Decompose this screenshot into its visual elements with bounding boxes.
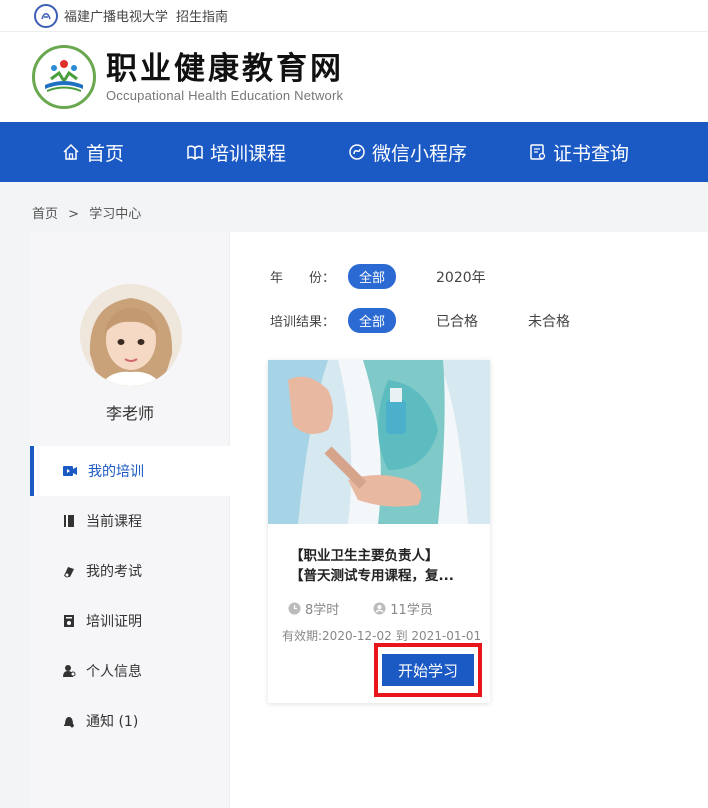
sidebar-item-personal-info[interactable]: 个人信息: [30, 646, 230, 696]
training-content: 年 份： 全部 2020年 培训结果： 全部 已合格 未合格 【职业卫生主要负责…: [230, 232, 708, 808]
nav-certificate-query-label: 证书查询: [553, 142, 630, 165]
sidebar-item-label: 个人信息: [86, 664, 142, 680]
sidebar-item-current-courses[interactable]: 当前课程: [30, 496, 230, 546]
nav-courses[interactable]: 培训课程: [186, 139, 286, 166]
certificate-icon: [530, 144, 546, 160]
main-nav: 首页 培训课程 微信小程序 证书查询: [0, 122, 708, 182]
course-title-line-2: 【普天测试专用课程，复...: [290, 568, 454, 584]
mini-program-icon: [349, 144, 365, 160]
breadcrumb-separator: >: [68, 207, 80, 222]
university-link[interactable]: 福建广播电视大学: [64, 6, 168, 25]
sidebar-menu: 我的培训 当前课程 我的考试 培训证明 个人信息 通知 (1): [30, 446, 230, 746]
user-icon: [373, 602, 386, 615]
year-filter-label: 年 份：: [270, 271, 336, 286]
site-title: 职业健康教育网: [106, 50, 344, 87]
sidebar-item-label: 我的考试: [86, 564, 142, 580]
admission-guide-link[interactable]: 招生指南: [176, 6, 228, 25]
sidebar-item-label: 我的培训: [88, 464, 144, 480]
user-name: 李老师: [105, 404, 154, 423]
course-meta: 8学时 11学员: [288, 599, 467, 618]
year-filter-all-pill[interactable]: 全部: [348, 264, 397, 289]
exam-icon: [64, 567, 74, 578]
sidebar-item-my-exams[interactable]: 我的考试: [30, 546, 230, 596]
result-filter: 培训结果： 全部 已合格 未合格: [270, 308, 620, 333]
course-thumbnail[interactable]: [268, 360, 490, 524]
sidebar-item-label: 培训证明: [86, 614, 142, 630]
sidebar-item-my-training[interactable]: 我的培训: [30, 446, 230, 496]
sidebar-item-training-certificate[interactable]: 培训证明: [30, 596, 230, 646]
result-filter-label: 培训结果：: [270, 315, 336, 330]
video-icon: [63, 466, 77, 476]
nav-home[interactable]: 首页: [62, 139, 124, 166]
avatar: [80, 284, 182, 386]
breadcrumb-current: 学习中心: [89, 207, 142, 222]
nav-mini-program-label: 微信小程序: [372, 142, 468, 165]
bell-icon: [64, 717, 74, 728]
nav-certificate-query[interactable]: 证书查询: [529, 139, 629, 166]
result-filter-option-failed[interactable]: 未合格: [528, 311, 570, 331]
course-students: 11学员: [373, 599, 433, 618]
result-filter-all-pill[interactable]: 全部: [348, 308, 397, 333]
course-title-line-1: 【职业卫生主要负责人】: [290, 548, 439, 564]
book-icon: [64, 515, 74, 527]
course-card[interactable]: 【职业卫生主要负责人】 【普天测试专用课程，复... 8学时 11学员 有效期:…: [268, 360, 490, 703]
course-validity: 有效期:2020-12-02 到 2021-01-01: [282, 629, 482, 643]
user-icon: [63, 665, 76, 677]
course-title[interactable]: 【职业卫生主要负责人】 【普天测试专用课程，复...: [290, 546, 470, 586]
site-logo[interactable]: [32, 45, 96, 109]
sidebar-item-label: 通知 (1): [86, 714, 139, 730]
year-filter-option-2020[interactable]: 2020年: [436, 267, 486, 287]
clock-icon: [288, 602, 301, 615]
learning-center-panel: 李老师 我的培训 当前课程 我的考试 培训证明 个人信息 通知 (1) 年 份：…: [30, 232, 708, 808]
start-learning-button[interactable]: 开始学习: [382, 654, 474, 686]
home-icon: [63, 143, 79, 160]
site-header: 职业健康教育网 Occupational Health Education Ne…: [0, 32, 708, 122]
nav-mini-program[interactable]: 微信小程序: [348, 139, 467, 166]
book-icon: [187, 145, 203, 161]
university-logo-icon: [34, 3, 58, 28]
certificate-icon: [64, 615, 74, 627]
course-hours: 8学时: [288, 599, 339, 618]
top-bar: 福建广播电视大学 招生指南: [0, 0, 708, 32]
sidebar-item-label: 当前课程: [86, 514, 142, 530]
result-filter-option-passed[interactable]: 已合格: [436, 311, 478, 331]
course-students-value: 11学员: [390, 603, 433, 618]
start-learning-highlight: 开始学习: [374, 643, 482, 697]
year-filter: 年 份： 全部 2020年: [270, 264, 536, 289]
nav-home-label: 首页: [86, 142, 125, 165]
site-subtitle: Occupational Health Education Network: [106, 87, 344, 103]
course-hours-value: 8学时: [305, 603, 340, 618]
sidebar-item-notifications[interactable]: 通知 (1): [30, 696, 230, 746]
nav-courses-label: 培训课程: [210, 142, 287, 165]
sidebar: 李老师 我的培训 当前课程 我的考试 培训证明 个人信息 通知 (1): [30, 232, 230, 808]
breadcrumb-home[interactable]: 首页: [32, 207, 58, 222]
breadcrumb: 首页 > 学习中心: [32, 203, 147, 222]
